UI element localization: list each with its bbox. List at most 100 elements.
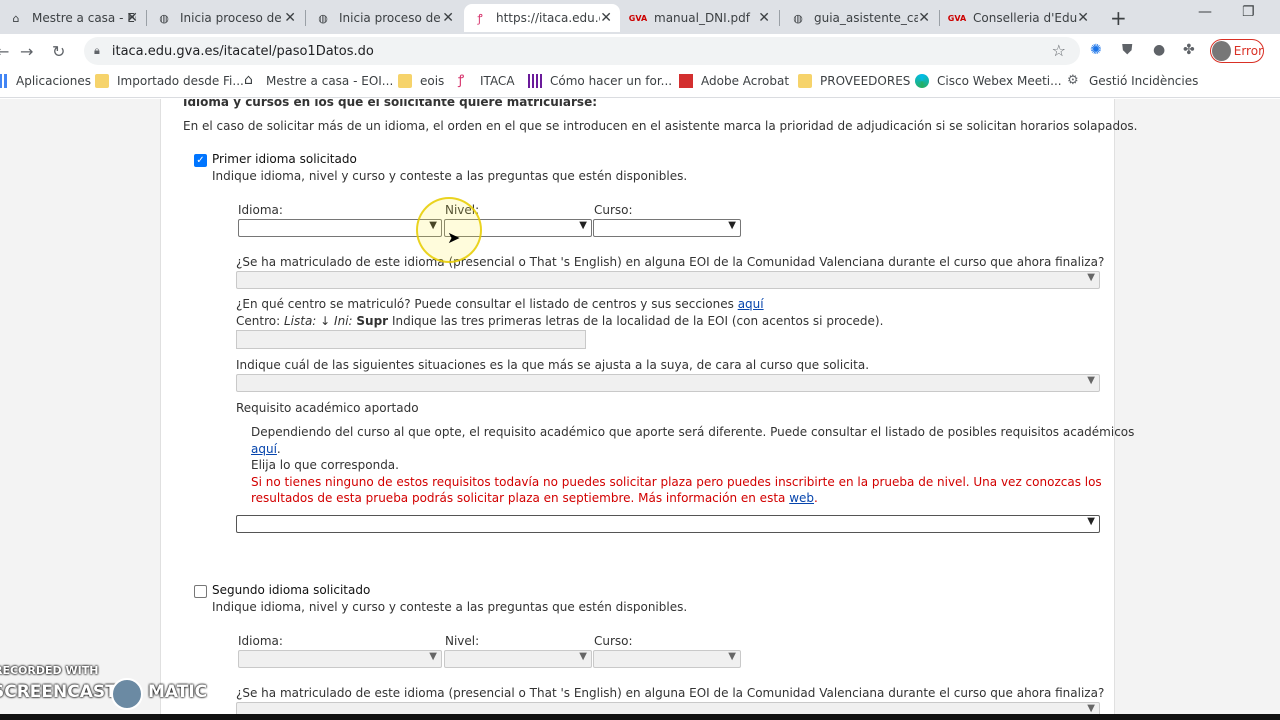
- requisito-warning-text: resultados de esta prueba podrás solicit…: [251, 491, 786, 505]
- bookmark-mestre[interactable]: ⌂ Mestre a casa - EOI...: [244, 72, 394, 88]
- bookmark-proveedores[interactable]: PROVEEDORES: [798, 74, 910, 88]
- nivel-label-2: Nivel:: [445, 634, 480, 648]
- profile-error-button[interactable]: Error: [1210, 39, 1264, 63]
- requisito-link-line: aquí.: [251, 442, 281, 456]
- bookmark-label: Gestió Incidències: [1089, 74, 1199, 88]
- tab-title: guia_asistente_cas: [814, 11, 918, 25]
- puzzle-icon[interactable]: ✤: [1183, 42, 1195, 58]
- folder-icon: [398, 74, 412, 88]
- tab-3[interactable]: ◍ Inicia proceso de a ✕: [307, 4, 462, 32]
- bookmark-como-hacer[interactable]: Cómo hacer un for...: [528, 74, 672, 88]
- centros-link[interactable]: aquí: [738, 297, 764, 311]
- star-icon[interactable]: ☆: [1052, 41, 1066, 60]
- bookmark-label: PROVEEDORES: [820, 74, 911, 88]
- bookmark-eois[interactable]: eois: [398, 74, 444, 88]
- second-language-checkbox[interactable]: [194, 585, 207, 598]
- second-language-hint: Indique idioma, nivel y curso y conteste…: [212, 600, 688, 614]
- error-label: Error: [1233, 44, 1263, 58]
- close-icon[interactable]: ✕: [442, 10, 454, 26]
- requisitos-link[interactable]: aquí: [251, 442, 277, 456]
- address-bar[interactable]: 🔒︎ itaca.edu.gva.es/itacatel/paso1Datos.…: [84, 37, 1080, 65]
- home-icon: ⌂: [244, 72, 253, 88]
- first-language-hint: Indique idioma, nivel y curso y conteste…: [212, 169, 688, 183]
- nivel-select-2[interactable]: ▼: [444, 650, 592, 668]
- forward-icon[interactable]: →: [20, 42, 33, 61]
- page-content: Idioma y cursos en los que el solicitant…: [0, 99, 1280, 720]
- back-icon[interactable]: ←: [0, 42, 9, 61]
- tab-5[interactable]: GVA manual_DNI.pdf ✕: [622, 4, 778, 32]
- idioma-label: Idioma:: [238, 203, 283, 217]
- requisito-select[interactable]: ▼: [236, 515, 1100, 533]
- tab-title: Conselleria d'Educ: [973, 11, 1077, 25]
- lock-icon: 🔒︎: [94, 44, 100, 57]
- chevron-down-icon: ▼: [1087, 703, 1095, 714]
- chevron-down-icon: ▼: [1087, 272, 1095, 283]
- chevron-down-icon: ▼: [1087, 375, 1095, 386]
- centro-question: ¿En qué centro se matriculó? Puede consu…: [236, 297, 764, 311]
- chevron-down-icon: ▼: [579, 220, 587, 231]
- close-icon[interactable]: ✕: [918, 10, 930, 26]
- curso-select-2[interactable]: ▼: [593, 650, 741, 668]
- extension-icon[interactable]: ✺: [1090, 42, 1102, 58]
- tab-2[interactable]: ◍ Inicia proceso de a ✕: [148, 4, 304, 32]
- chevron-down-icon: ▼: [728, 220, 736, 231]
- tab-1[interactable]: ⌂ Mestre a casa - EO ✕: [0, 4, 146, 32]
- bookmark-label: Adobe Acrobat: [701, 74, 790, 88]
- requisito-warning-1: Si no tienes ninguno de estos requisitos…: [251, 475, 1102, 489]
- chevron-down-icon: ▼: [728, 651, 736, 662]
- requisito-elija: Elija lo que corresponda.: [251, 458, 399, 472]
- reload-icon[interactable]: ↻: [52, 42, 65, 61]
- close-icon[interactable]: ✕: [600, 10, 612, 26]
- tab-7[interactable]: GVA Conselleria d'Educ ✕: [941, 4, 1097, 32]
- curso-select[interactable]: ▼: [593, 219, 741, 237]
- new-tab-icon[interactable]: +: [1110, 6, 1127, 30]
- close-icon[interactable]: ✕: [126, 10, 138, 26]
- screencast-watermark: RECORDED WITH SCREENCAST MATIC: [0, 660, 210, 720]
- tab-title: Inicia proceso de a: [180, 11, 284, 25]
- avatar: [1212, 41, 1231, 61]
- requisito-title: Requisito académico aportado: [236, 401, 419, 415]
- chevron-down-icon: ▼: [429, 651, 437, 662]
- bookmark-adobe[interactable]: Adobe Acrobat: [679, 74, 789, 88]
- tab-title: Inicia proceso de a: [339, 11, 443, 25]
- bookmark-label: ITACA: [480, 74, 515, 88]
- bookmark-label: eois: [420, 74, 445, 88]
- webex-icon: [915, 74, 929, 88]
- url-text[interactable]: itaca.edu.gva.es/itacatel/paso1Datos.do: [112, 44, 374, 59]
- centro-hint: Indique las tres primeras letras de la l…: [391, 314, 884, 328]
- idioma-select[interactable]: ▼: [238, 219, 442, 237]
- globe-icon: ◍: [159, 11, 169, 25]
- tab-6[interactable]: ◍ guia_asistente_cas ✕: [782, 4, 938, 32]
- gva-icon: GVA: [628, 13, 648, 23]
- gear-icon: ⚙: [1067, 73, 1079, 88]
- video-progress-bar: [0, 714, 1280, 720]
- bookmark-webex[interactable]: Cisco Webex Meeti...: [915, 74, 1062, 88]
- bookmark-label: Aplicaciones: [16, 74, 91, 88]
- web-link[interactable]: web: [789, 491, 814, 505]
- idioma-select-2[interactable]: ▼: [238, 650, 442, 668]
- situacion-select[interactable]: ▼: [236, 374, 1100, 392]
- bookmark-label: Mestre a casa - EOI...: [266, 74, 394, 88]
- bookmark-importado[interactable]: Importado desde Fi...: [95, 74, 244, 88]
- centro-question-text: ¿En qué centro se matriculó? Puede consu…: [236, 297, 734, 311]
- first-language-checkbox[interactable]: ✓: [194, 154, 207, 167]
- tab-4-active[interactable]: ꝭ https://itaca.edu.g ✕: [464, 4, 620, 32]
- centro-input[interactable]: [236, 330, 586, 349]
- bookmark-label: Cómo hacer un for...: [550, 74, 673, 88]
- matriculado-select[interactable]: ▼: [236, 271, 1100, 289]
- watermark-line1: RECORDED WITH: [0, 664, 99, 677]
- pdf-icon: [679, 74, 693, 88]
- record-icon[interactable]: ●: [1153, 42, 1165, 58]
- close-icon[interactable]: ✕: [1077, 10, 1089, 26]
- close-icon[interactable]: ✕: [758, 10, 770, 26]
- shield-icon[interactable]: ⛊: [1122, 42, 1133, 58]
- minimize-icon[interactable]: —: [1198, 4, 1212, 20]
- restore-icon[interactable]: ❐: [1242, 4, 1255, 20]
- bookmark-gestio[interactable]: ⚙ Gestió Incidències: [1067, 74, 1198, 88]
- matriculado-question-2: ¿Se ha matriculado de este idioma (prese…: [236, 686, 1105, 700]
- bookmark-aplicaciones[interactable]: Aplicaciones: [0, 74, 91, 88]
- tab-title: manual_DNI.pdf: [654, 11, 750, 25]
- close-icon[interactable]: ✕: [284, 10, 296, 26]
- chevron-down-icon: ▼: [1087, 516, 1095, 527]
- bookmark-itaca[interactable]: ꝭ ITACA: [458, 74, 515, 88]
